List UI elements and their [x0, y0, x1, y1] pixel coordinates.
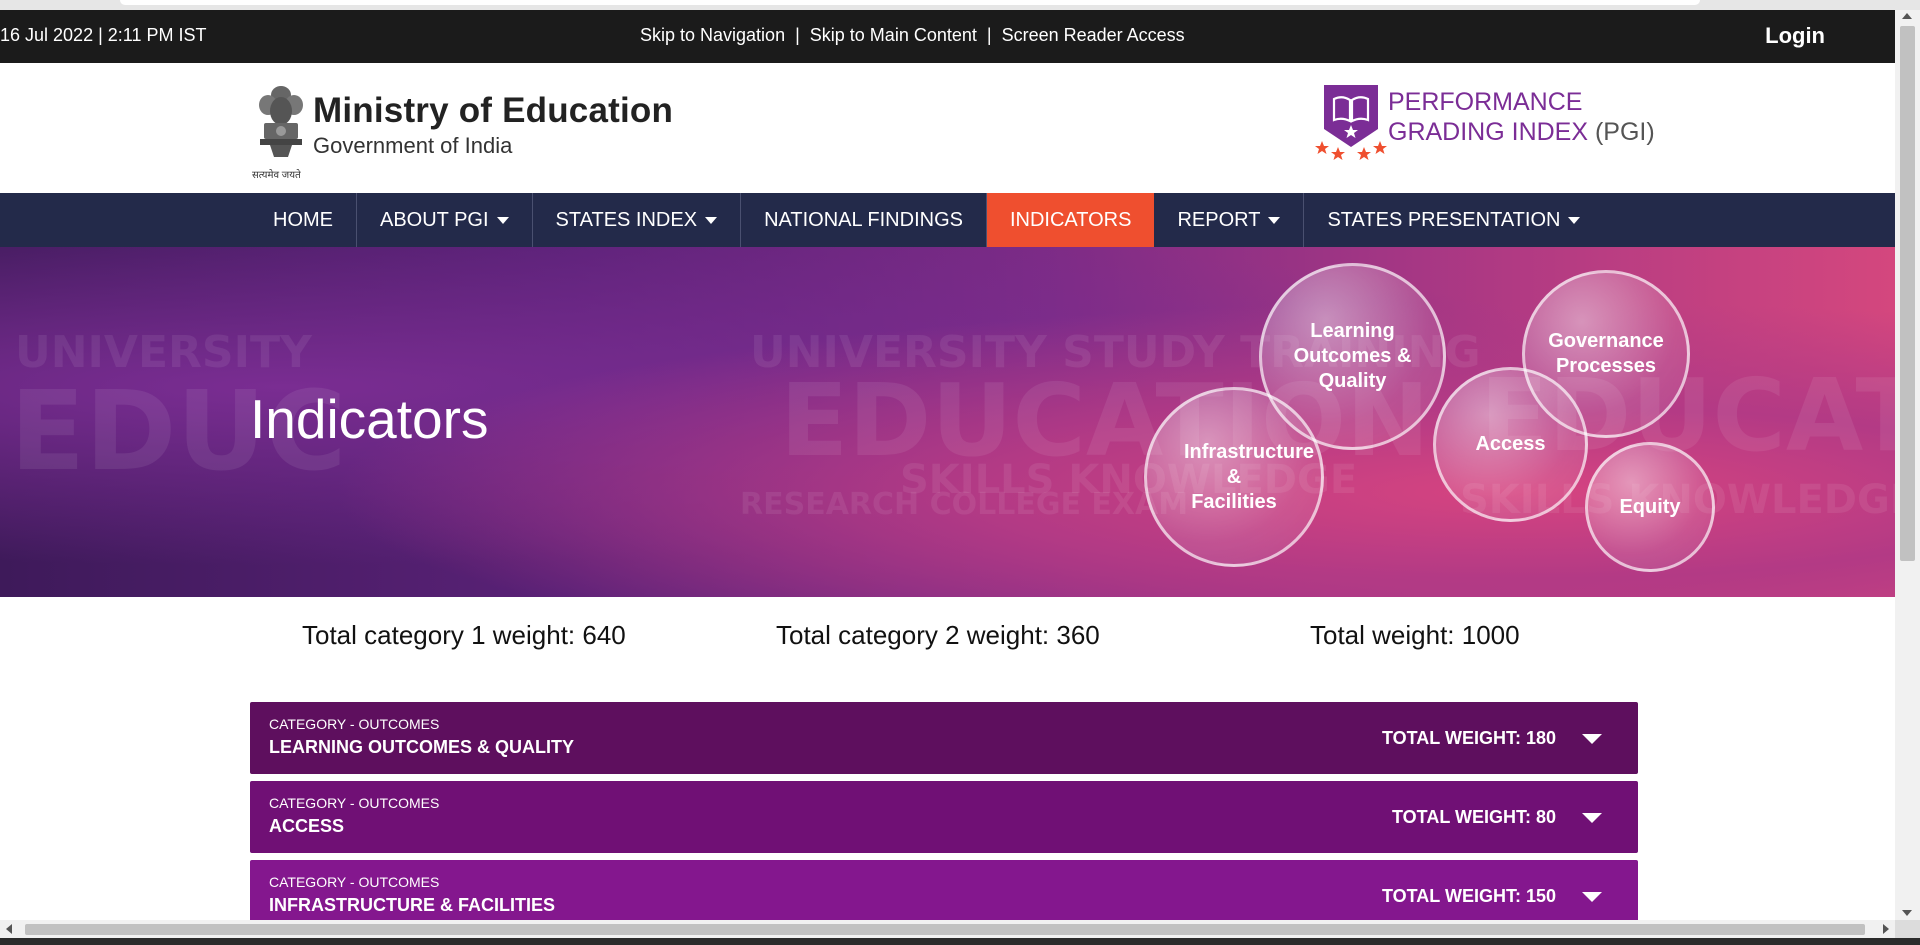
nav-item-states-index[interactable]: STATES INDEX — [533, 193, 742, 247]
pgi-book-shield-icon — [1315, 85, 1387, 160]
vertical-scroll-thumb[interactable] — [1900, 26, 1915, 561]
category-name: ACCESS — [269, 816, 345, 836]
category-type: CATEGORY - OUTCOMES — [269, 874, 440, 890]
category-accordion-learning[interactable]: CATEGORY - OUTCOMES LEARNING OUTCOMES & … — [250, 702, 1638, 774]
scroll-down-arrow-icon[interactable] — [1902, 910, 1912, 916]
site-header: सत्यमेव जयते Ministry of Education Gover… — [0, 63, 1895, 193]
nav-label: REPORT — [1177, 208, 1261, 231]
browser-tab-edge — [120, 0, 1700, 5]
bubble-label: Equity — [1619, 495, 1681, 518]
category-type: CATEGORY - OUTCOMES — [269, 795, 440, 811]
bottom-strip — [0, 938, 1920, 945]
skip-to-navigation-link[interactable]: Skip to Navigation — [640, 25, 785, 46]
scroll-right-arrow-icon[interactable] — [1883, 924, 1889, 934]
national-emblem-icon — [259, 86, 303, 157]
skip-links: Skip to Navigation | Skip to Main Conten… — [640, 25, 1185, 46]
ministry-subtitle: Government of India — [313, 133, 513, 158]
bubble-label: Infrastructure & Facilities — [1184, 440, 1315, 513]
caret-down-icon — [496, 216, 509, 224]
category-accordion-access[interactable]: CATEGORY - OUTCOMES ACCESS TOTAL WEIGHT:… — [250, 781, 1638, 853]
horizontal-scroll-thumb[interactable] — [25, 924, 1865, 935]
category-name: LEARNING OUTCOMES & QUALITY — [269, 737, 574, 757]
nav-label: INDICATORS — [1009, 208, 1132, 231]
pgi-logo-text[interactable]: PERFORMANCE GRADING INDEX (PGI) — [1388, 87, 1655, 147]
indicators-banner: UNIVERSITY EDUC UNIVERSITY STUDY TRAININ… — [0, 247, 1895, 597]
ministry-logo-text[interactable]: Ministry of Education Government of Indi… — [313, 91, 673, 159]
caret-down-icon — [705, 216, 718, 224]
scroll-up-arrow-icon[interactable] — [1902, 13, 1912, 19]
bubble-equity: Equity — [1585, 442, 1715, 572]
ministry-title: Ministry of Education — [313, 91, 674, 130]
bubble-label: Access — [1475, 433, 1546, 455]
scrollbar-corner — [1895, 920, 1920, 938]
category2-weight: Total category 2 weight: 360 — [776, 620, 1100, 650]
main-navigation: HOME ABOUT PGI STATES INDEX NATIONAL FIN… — [0, 193, 1895, 247]
nav-label: ABOUT PGI — [380, 208, 489, 231]
separator: | — [986, 25, 992, 45]
bubble-label: Governance Processes — [1548, 330, 1664, 377]
pgi-line1: PERFORMANCE — [1388, 88, 1583, 116]
nav-item-home[interactable]: HOME — [250, 193, 357, 247]
weights-summary: Total category 1 weight: 640 Total categ… — [0, 620, 1895, 660]
category-type: CATEGORY - OUTCOMES — [269, 716, 440, 732]
chevron-down-icon[interactable] — [1582, 892, 1602, 902]
nav-label: NATIONAL FINDINGS — [764, 208, 963, 231]
skip-to-main-content-link[interactable]: Skip to Main Content — [810, 25, 977, 46]
page-title: Indicators — [250, 388, 489, 450]
caret-down-icon — [1568, 216, 1581, 224]
browser-top-strip — [0, 0, 1920, 10]
chevron-down-icon[interactable] — [1582, 734, 1602, 744]
category-weight: TOTAL WEIGHT: 80 — [1391, 807, 1556, 827]
emblem-caption: सत्यमेव जयते — [252, 170, 301, 181]
scroll-left-arrow-icon[interactable] — [6, 924, 12, 934]
caret-down-icon — [1268, 216, 1281, 224]
bubble-infrastructure: Infrastructure & Facilities — [1144, 387, 1324, 567]
banner-wordcloud: RESEARCH COLLEGE EXAM — [740, 487, 1189, 522]
nav-item-about-pgi[interactable]: ABOUT PGI — [357, 193, 533, 247]
nav-item-national-findings[interactable]: NATIONAL FINDINGS — [741, 193, 987, 247]
pgi-abbr: (PGI) — [1594, 118, 1655, 146]
category-name: INFRASTRUCTURE & FACILITIES — [269, 895, 555, 915]
category-accordion-infrastructure[interactable]: CATEGORY - OUTCOMES INFRASTRUCTURE & FAC… — [250, 860, 1638, 920]
top-utility-bar: 16 Jul 2022 | 2:11 PM IST Skip to Naviga… — [0, 10, 1895, 63]
category1-weight: Total category 1 weight: 640 — [302, 620, 626, 650]
nav-item-indicators[interactable]: INDICATORS — [986, 193, 1155, 247]
page: 16 Jul 2022 | 2:11 PM IST Skip to Naviga… — [0, 10, 1895, 920]
chevron-down-icon[interactable] — [1582, 813, 1602, 823]
separator: | — [795, 25, 800, 45]
nav-label: HOME — [273, 208, 333, 231]
nav-item-report[interactable]: REPORT — [1154, 193, 1305, 247]
vertical-scrollbar[interactable] — [1895, 10, 1920, 920]
nav-item-states-presentation[interactable]: STATES PRESENTATION — [1304, 193, 1603, 247]
nav-label: STATES INDEX — [555, 208, 698, 231]
horizontal-scrollbar[interactable] — [0, 920, 1895, 938]
total-weight: Total weight: 1000 — [1310, 620, 1520, 650]
category-weight: TOTAL WEIGHT: 180 — [1381, 728, 1556, 748]
bubble-label: Learning Outcomes & Quality — [1293, 320, 1412, 392]
datetime: 16 Jul 2022 | 2:11 PM IST — [0, 25, 207, 45]
screen-reader-access-link[interactable]: Screen Reader Access — [1002, 25, 1185, 46]
nav-label: STATES PRESENTATION — [1327, 208, 1561, 231]
login-link[interactable]: Login — [1765, 23, 1825, 49]
pgi-line2: GRADING INDEX — [1388, 118, 1589, 146]
bubble-access: Access — [1433, 367, 1588, 522]
category-weight: TOTAL WEIGHT: 150 — [1381, 886, 1556, 906]
